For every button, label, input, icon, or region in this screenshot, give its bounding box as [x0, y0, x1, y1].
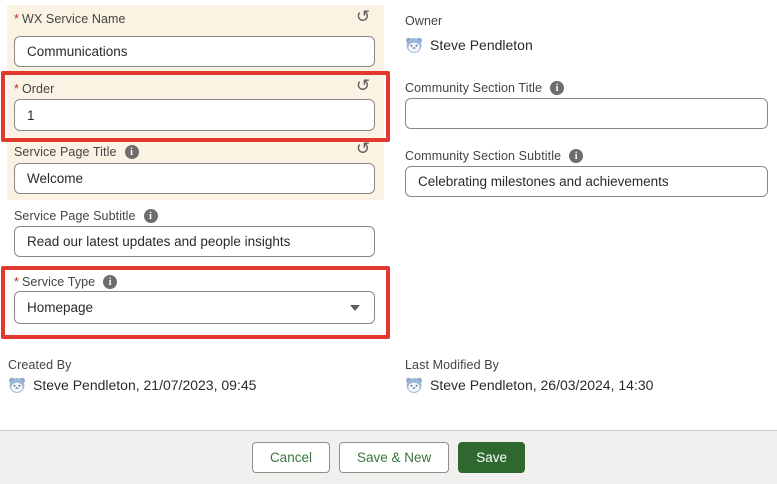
order-input[interactable] — [14, 99, 375, 131]
field-label-text: WX Service Name — [22, 12, 126, 26]
field-label-text: Community Section Subtitle — [405, 149, 561, 163]
required-asterisk: * — [14, 275, 19, 289]
info-icon[interactable]: i — [550, 81, 564, 95]
record-edit-form: * WX Service Name ↺ * Order ↺ Service Pa… — [0, 0, 777, 484]
caret-down-icon — [350, 305, 360, 311]
undo-icon[interactable]: ↺ — [356, 9, 370, 26]
undo-icon[interactable]: ↺ — [356, 78, 370, 95]
community-section-title-input[interactable] — [405, 98, 768, 129]
info-icon[interactable]: i — [125, 145, 139, 159]
required-asterisk: * — [14, 82, 19, 96]
field-label-text: Last Modified By — [405, 358, 499, 372]
service-page-subtitle-label: Service Page Subtitle i — [14, 207, 375, 225]
save-and-new-button[interactable]: Save & New — [339, 442, 449, 473]
field-label-text: Created By — [8, 358, 72, 372]
owner-label: Owner — [405, 12, 442, 30]
info-icon[interactable]: i — [569, 149, 583, 163]
field-label-text: Order — [22, 82, 54, 96]
user-avatar-icon — [405, 36, 423, 54]
service-page-subtitle-input[interactable] — [14, 226, 375, 257]
info-icon[interactable]: i — [103, 275, 117, 289]
service-type-select[interactable]: Homepage — [14, 291, 375, 324]
user-avatar-icon — [405, 376, 423, 394]
field-label-text: Service Type — [22, 275, 95, 289]
field-label-text: Community Section Title — [405, 81, 542, 95]
last-modified-by-text[interactable]: Steve Pendleton, 26/03/2024, 14:30 — [430, 377, 653, 393]
community-section-title-label: Community Section Title i — [405, 79, 564, 97]
owner-name[interactable]: Steve Pendleton — [430, 37, 533, 53]
service-page-title-label: Service Page Title i — [14, 143, 375, 161]
service-type-label: * Service Type i — [14, 273, 375, 291]
field-label-text: Owner — [405, 14, 442, 28]
wx-service-name-label: * WX Service Name — [14, 10, 375, 28]
field-label-text: Service Page Subtitle — [14, 209, 136, 223]
cancel-button[interactable]: Cancel — [252, 442, 330, 473]
save-button[interactable]: Save — [458, 442, 525, 473]
info-icon[interactable]: i — [144, 209, 158, 223]
owner-value: Steve Pendleton — [405, 36, 533, 54]
created-by-value: Steve Pendleton, 21/07/2023, 09:45 — [8, 376, 256, 394]
field-label-text: Service Page Title — [14, 145, 117, 159]
undo-icon[interactable]: ↺ — [356, 141, 370, 158]
community-section-subtitle-input[interactable] — [405, 166, 768, 197]
required-asterisk: * — [14, 12, 19, 26]
created-by-label: Created By — [8, 356, 72, 374]
form-footer: Cancel Save & New Save — [0, 430, 777, 484]
last-modified-by-value: Steve Pendleton, 26/03/2024, 14:30 — [405, 376, 653, 394]
service-page-title-input[interactable] — [14, 163, 375, 194]
service-type-selected-value: Homepage — [27, 300, 93, 315]
community-section-subtitle-label: Community Section Subtitle i — [405, 147, 583, 165]
order-label: * Order — [14, 80, 375, 98]
user-avatar-icon — [8, 376, 26, 394]
wx-service-name-input[interactable] — [14, 36, 375, 67]
last-modified-by-label: Last Modified By — [405, 356, 499, 374]
created-by-text[interactable]: Steve Pendleton, 21/07/2023, 09:45 — [33, 377, 256, 393]
